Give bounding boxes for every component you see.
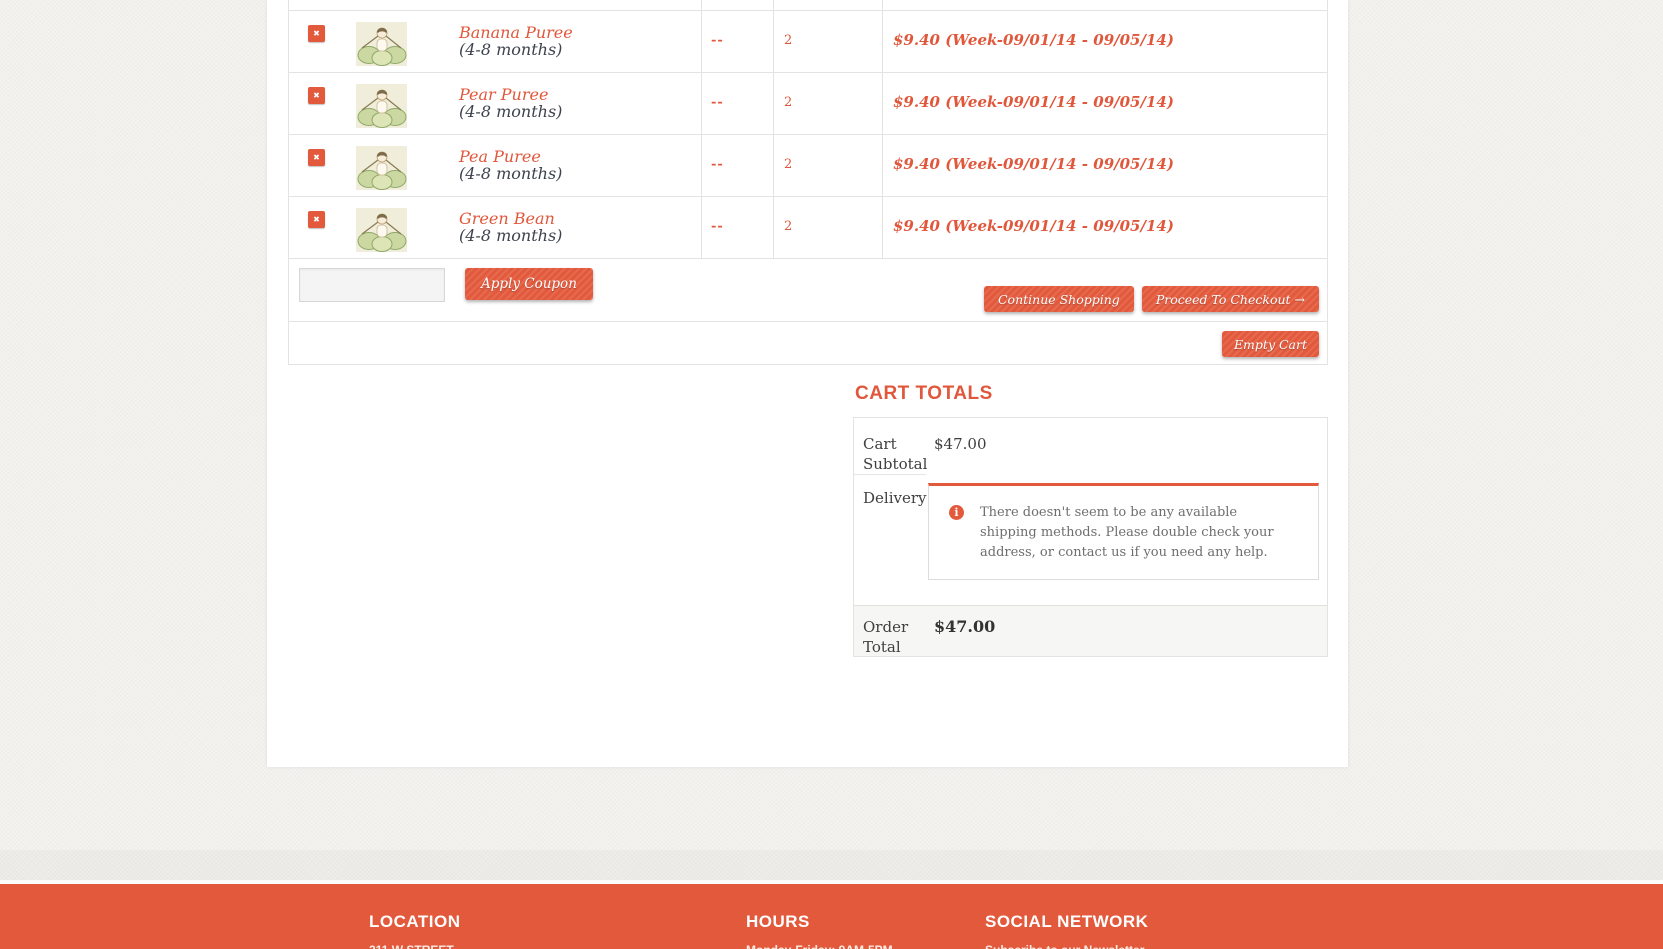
delivery-label: Delivery: [863, 489, 927, 507]
pre-footer-band: [0, 850, 1663, 880]
product-name-link[interactable]: Pear Puree: [459, 86, 562, 103]
remove-item-button[interactable]: ✖: [308, 87, 325, 104]
subtotal-label: Cart Subtotal: [854, 418, 927, 475]
item-total: $9.40 (Week-09/01/14 - 09/05/14): [893, 93, 1174, 111]
item-quantity: 2: [774, 73, 883, 134]
product-name-link[interactable]: Green Bean: [459, 210, 562, 227]
footer-column: SOCIAL NETWORK Subscribe to our Newslett…: [985, 884, 1148, 949]
proceed-to-checkout-button[interactable]: Proceed To Checkout →: [1141, 286, 1319, 312]
product-cell: ✖ Banana Puree (4-8 months): [289, 11, 702, 72]
cart-item-row: ✖ Banana Puree (4-8 months) -- 2 $9.40 (…: [289, 11, 1327, 73]
item-price: --: [702, 135, 774, 196]
remove-item-button[interactable]: ✖: [308, 149, 325, 166]
coupon-code-input[interactable]: [299, 268, 445, 302]
shipping-notice-text: There doesn't seem to be any available s…: [980, 505, 1274, 560]
item-price: --: [702, 73, 774, 134]
order-total-value: $47.00: [934, 617, 996, 636]
cart-table: ✖ Banana Puree (4-8 months) -- 2 $9.40 (…: [288, 0, 1328, 365]
product-cell: ✖ Pear Puree (4-8 months): [289, 73, 702, 134]
footer-text-line: 211 W STREET: [369, 943, 461, 949]
product-name-link[interactable]: Pea Puree: [459, 148, 562, 165]
continue-shopping-button[interactable]: Continue Shopping: [983, 286, 1134, 312]
item-total: $9.40 (Week-09/01/14 - 09/05/14): [893, 155, 1174, 173]
delivery-row: Delivery i There doesn't seem to be any …: [854, 475, 1327, 605]
footer-column: HOURS Monday-Friday: 9AM-5PM: [746, 884, 893, 949]
product-cell: ✖ Pea Puree (4-8 months): [289, 135, 702, 196]
product-age-range: (4-8 months): [459, 164, 563, 183]
empty-cart-row: Empty Cart: [289, 322, 1327, 364]
footer-heading: SOCIAL NETWORK: [985, 912, 1149, 931]
item-total: $9.40 (Week-09/01/14 - 09/05/14): [893, 217, 1174, 235]
product-name-link[interactable]: Banana Puree: [459, 24, 573, 41]
remove-icon: ✖: [313, 91, 320, 100]
page-footer: LOCATION 211 W STREET HOURS Monday-Frida…: [0, 884, 1663, 949]
shipping-notice-box: i There doesn't seem to be any available…: [928, 483, 1319, 580]
product-thumbnail[interactable]: [356, 146, 407, 190]
product-thumbnail[interactable]: [356, 84, 407, 128]
remove-icon: ✖: [313, 215, 320, 224]
apply-coupon-button[interactable]: Apply Coupon: [465, 268, 593, 300]
remove-icon: ✖: [313, 29, 320, 38]
cart-page: { "colors": { "accent": "#e2593c", "link…: [0, 0, 1663, 949]
cart-actions: Continue Shopping Proceed To Checkout →: [983, 286, 1319, 312]
product-thumbnail[interactable]: [356, 22, 407, 66]
item-total: $9.40 (Week-09/01/14 - 09/05/14): [893, 31, 1174, 49]
item-quantity: 2: [774, 11, 883, 72]
order-total-label: Order Total: [863, 618, 909, 656]
empty-cart-button[interactable]: Empty Cart: [1221, 331, 1319, 357]
remove-item-button[interactable]: ✖: [308, 25, 325, 42]
item-quantity: 2: [774, 197, 883, 258]
cart-totals-table: Cart Subtotal $47.00 Delivery i There do…: [853, 417, 1328, 657]
cart-rows: ✖ Banana Puree (4-8 months) -- 2 $9.40 (…: [289, 11, 1327, 259]
product-thumbnail[interactable]: [356, 208, 407, 252]
order-total-row: Order Total $47.00: [854, 605, 1327, 656]
footer-heading: HOURS: [746, 912, 810, 931]
footer-text-line: Subscribe to our Newsletter: [985, 943, 1148, 949]
footer-column: LOCATION 211 W STREET: [369, 884, 461, 949]
cart-item-row: ✖ Green Bean (4-8 months) -- 2 $9.40 (We…: [289, 197, 1327, 259]
item-price: --: [702, 197, 774, 258]
cart-item-row: ✖ Pea Puree (4-8 months) -- 2 $9.40 (Wee…: [289, 135, 1327, 197]
content-card: ✖ Banana Puree (4-8 months) -- 2 $9.40 (…: [267, 0, 1348, 767]
subtotal-value: $47.00: [934, 435, 987, 453]
coupon-row: Apply Coupon Continue Shopping Proceed T…: [289, 259, 1327, 322]
remove-icon: ✖: [313, 153, 320, 162]
remove-item-button[interactable]: ✖: [308, 211, 325, 228]
cart-item-row: ✖ Pear Puree (4-8 months) -- 2 $9.40 (We…: [289, 73, 1327, 135]
product-age-range: (4-8 months): [459, 102, 563, 121]
item-price: --: [702, 11, 774, 72]
product-age-range: (4-8 months): [459, 226, 563, 245]
cart-totals-heading: CART TOTALS: [855, 383, 993, 404]
footer-heading: LOCATION: [369, 912, 461, 931]
cart-table-header-partial: [289, 0, 1327, 11]
subtotal-row: Cart Subtotal $47.00: [854, 418, 1327, 475]
product-age-range: (4-8 months): [459, 40, 563, 59]
product-cell: ✖ Green Bean (4-8 months): [289, 197, 702, 258]
info-icon: i: [949, 505, 964, 520]
footer-text-line: Monday-Friday: 9AM-5PM: [746, 943, 893, 949]
item-quantity: 2: [774, 135, 883, 196]
